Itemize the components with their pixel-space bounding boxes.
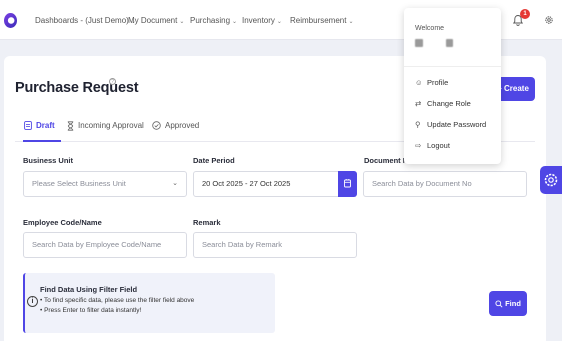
nav-inventory[interactable]: Inventory ⌄ [242,16,282,25]
document-no-input[interactable]: Search Data by Document No [363,171,527,197]
dropdown-divider [404,66,501,67]
nav-purchasing-label: Purchasing [190,16,231,25]
employee-label: Employee Code/Name [23,218,102,227]
info-line-2: • Press Enter to filter data instantly! [40,307,142,314]
menu-item-update-password-label: Update Password [427,120,487,129]
menu-item-profile-label: Profile [427,78,449,87]
help-icon[interactable]: ? [109,78,116,85]
menu-item-logout[interactable]: ⇨ Logout [415,141,450,150]
tab-draft-label: Draft [36,121,55,130]
calendar-button[interactable] [338,171,357,197]
info-icon: i [27,296,38,307]
nav-my-document[interactable]: My Document ⌄ [128,16,184,25]
app-logo[interactable] [4,13,17,28]
employee-input[interactable]: Search Data by Employee Code/Name [23,232,187,258]
chevron-down-icon: ⌄ [276,19,282,25]
find-label: Find [505,299,521,308]
tab-incoming-approval-label: Incoming Approval [78,121,144,131]
search-icon [495,300,503,308]
info-title: Find Data Using Filter Field [40,285,138,294]
chevron-down-icon: ⌄ [348,19,354,25]
settings-side-button[interactable] [540,166,562,194]
tab-approved[interactable]: Approved [152,121,200,131]
page-title: Purchase Request [15,80,139,96]
menu-item-change-role-label: Change Role [427,99,471,108]
chevron-down-icon: ⌄ [179,19,185,25]
chevron-down-icon: ⌄ [232,19,238,25]
person-icon: ☺ [415,78,423,87]
menu-item-profile[interactable]: ☺ Profile [415,78,448,87]
menu-item-update-password[interactable]: ⚲ Update Password [415,120,486,129]
remark-placeholder: Search Data by Remark [202,240,283,249]
redacted-user-role [446,39,453,47]
nav-reimbursement-label: Reimbursement [290,16,347,25]
business-unit-label: Business Unit [23,156,74,165]
calendar-icon [344,179,351,188]
switch-role-icon: ⇄ [415,99,422,108]
tab-incoming-approval[interactable]: Incoming Approval [67,121,144,131]
redacted-user-name [415,39,423,47]
notification-badge: 1 [520,9,530,19]
active-tab-indicator [23,140,61,142]
gear-icon [544,173,558,187]
remark-input[interactable]: Search Data by Remark [193,232,357,258]
business-unit-placeholder: Please Select Business Unit [32,179,126,188]
logout-icon: ⇨ [415,141,422,150]
date-period-value: 20 Oct 2025 - 27 Oct 2025 [202,179,291,188]
key-icon: ⚲ [415,120,421,129]
menu-item-change-role[interactable]: ⇄ Change Role [415,99,471,108]
employee-placeholder: Search Data by Employee Code/Name [32,240,162,249]
date-period-input[interactable]: 20 Oct 2025 - 27 Oct 2025 [193,171,339,197]
document-no-placeholder: Search Data by Document No [372,179,472,188]
date-period-label: Date Period [193,156,235,165]
hourglass-icon [67,121,74,131]
gear-icon[interactable] [544,15,554,25]
nav-dashboards-label: Dashboards - (Just Demo) [35,16,129,25]
business-unit-select[interactable]: Please Select Business Unit ⌄ [23,171,187,197]
nav-inventory-label: Inventory [242,16,275,25]
document-icon [24,121,32,131]
menu-item-logout-label: Logout [427,141,450,150]
welcome-label: Welcome [415,25,445,32]
nav-purchasing[interactable]: Purchasing ⌄ [190,16,237,25]
tab-approved-label: Approved [165,121,200,130]
remark-label: Remark [193,218,221,227]
find-button[interactable]: Find [489,291,527,316]
nav-dashboards[interactable]: Dashboards - (Just Demo) ⌄ [35,16,136,25]
nav-my-document-label: My Document [128,16,178,25]
check-circle-icon [152,121,161,131]
tab-draft[interactable]: Draft [24,121,55,131]
chevron-down-icon: ⌄ [172,180,178,187]
info-line-1: • To find specific data, please use the … [40,297,195,304]
nav-reimbursement[interactable]: Reimbursement ⌄ [290,16,354,25]
